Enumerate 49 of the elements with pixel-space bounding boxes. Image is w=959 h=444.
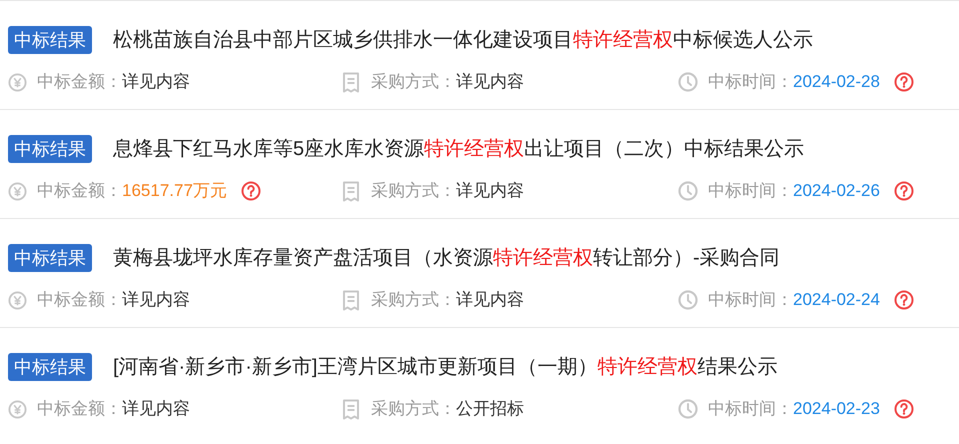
amount-value: 详见内容 — [122, 71, 190, 94]
clock-icon — [678, 290, 698, 310]
help-icon[interactable] — [894, 399, 914, 419]
receipt-icon — [342, 180, 360, 202]
method-value: 公开招标 — [456, 398, 524, 420]
help-icon[interactable] — [894, 181, 914, 201]
method-value: 详见内容 — [456, 180, 524, 202]
result-badge: 中标结果 — [8, 26, 92, 54]
help-icon[interactable] — [894, 72, 914, 92]
result-title-link[interactable]: 黄梅县垅坪水库存量资产盘活项目（水资源特许经营权转让部分）-采购合同 — [113, 244, 780, 272]
yen-icon — [8, 182, 27, 200]
time-value: 2024-02-28 — [793, 71, 880, 94]
time-label: 中标时间： — [708, 398, 793, 420]
result-title-link[interactable]: 松桃苗族自治县中部片区城乡供排水一体化建设项目特许经营权中标候选人公示 — [113, 26, 813, 54]
time-label: 中标时间： — [708, 71, 793, 94]
help-icon[interactable] — [240, 181, 261, 201]
clock-icon — [678, 72, 698, 92]
result-badge: 中标结果 — [8, 135, 92, 163]
receipt-icon — [342, 72, 360, 92]
receipt-icon — [342, 398, 360, 420]
amount-label: 中标金额： — [37, 71, 122, 94]
method-label: 采购方式： — [371, 71, 456, 94]
clock-icon — [678, 181, 698, 201]
amount-value: 详见内容 — [122, 289, 190, 312]
amount-label: 中标金额： — [37, 289, 122, 312]
result-badge: 中标结果 — [8, 244, 92, 272]
method-label: 采购方式： — [371, 180, 456, 202]
method-label: 采购方式： — [371, 289, 456, 312]
amount-label: 中标金额： — [37, 180, 122, 202]
amount-label: 中标金额： — [37, 398, 122, 420]
yen-icon — [8, 72, 27, 92]
time-label: 中标时间： — [708, 180, 793, 202]
result-badge: 中标结果 — [8, 353, 92, 381]
receipt-icon — [342, 290, 360, 310]
clock-icon — [678, 399, 698, 419]
yen-icon — [8, 400, 27, 418]
time-value: 2024-02-26 — [793, 180, 880, 202]
method-value: 详见内容 — [456, 71, 524, 94]
method-value: 详见内容 — [456, 289, 524, 312]
result-title-link[interactable]: 息烽县下红马水库等5座水库水资源特许经营权出让项目（二次）中标结果公示 — [113, 135, 804, 163]
time-value: 2024-02-23 — [793, 398, 880, 420]
help-icon[interactable] — [894, 290, 914, 310]
time-label: 中标时间： — [708, 289, 793, 312]
method-label: 采购方式： — [371, 398, 456, 420]
time-value: 2024-02-24 — [793, 289, 880, 312]
yen-icon — [8, 290, 27, 310]
result-title-link[interactable]: [河南省·新乡市·新乡市]王湾片区城市更新项目（一期）特许经营权结果公示 — [113, 353, 778, 381]
amount-value: 详见内容 — [122, 398, 190, 420]
amount-value: 16517.77万元 — [122, 180, 227, 202]
